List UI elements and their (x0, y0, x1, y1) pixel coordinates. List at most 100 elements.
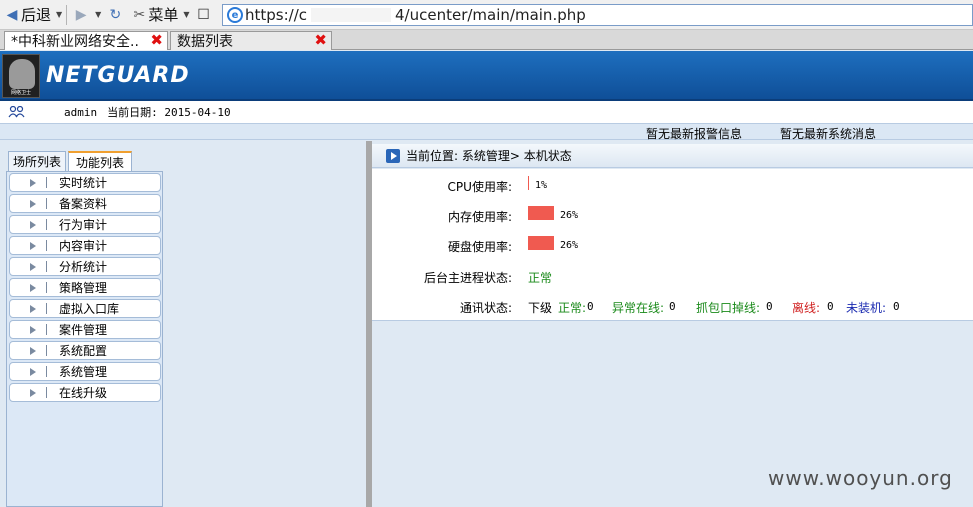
main-content: 当前位置: 系统管理> 本机状态 CPU使用率: 1% 内存使用率: 26% 硬… (372, 141, 973, 507)
menu-item-virtual-entry[interactable]: 虚拟入口库 (9, 299, 161, 318)
username: admin (64, 105, 98, 119)
menu-item-label: 系统配置 (59, 344, 108, 358)
abnormal-online-label: 异常在线: (612, 301, 665, 315)
menu-item-system-management[interactable]: 系统管理 (9, 362, 161, 381)
menu-item-label: 内容审计 (59, 239, 108, 253)
browser-tab-main[interactable]: *中科新业网络安全.. ✖ (4, 31, 168, 50)
menu-item-label: 案件管理 (59, 323, 108, 337)
menu-item-cases[interactable]: 案件管理 (9, 320, 161, 339)
menu-item-records[interactable]: 备案资料 (9, 194, 161, 213)
expand-triangle-icon (30, 220, 36, 229)
disk-usage-value: 26% (560, 240, 579, 251)
tab-location-list[interactable]: 场所列表 (8, 151, 66, 171)
browser-toolbar: ◀ 后退 ▼ ▶ ▼ ↻ ✂ 菜单 ▼ ☐ e https://c 4/ucen… (0, 0, 973, 30)
menu-item-divider (46, 303, 47, 314)
menu-item-label: 在线升级 (59, 386, 108, 400)
window-icon: ☐ (197, 6, 210, 23)
menu-dropdown-icon[interactable]: ▼ (181, 10, 191, 19)
normal-label: 正常: (558, 301, 587, 315)
capture-offline-count: 0 (766, 300, 773, 313)
menu-item-divider (46, 219, 47, 230)
back-arrow-icon: ◀ (6, 6, 18, 23)
expand-triangle-icon (30, 241, 36, 250)
back-dropdown-icon[interactable]: ▼ (54, 10, 64, 19)
process-row: 后台主进程状态: 正常 (372, 266, 973, 286)
menu-item-realtime-stats[interactable]: 实时统计 (9, 173, 161, 192)
process-status-value: 正常 (528, 271, 553, 285)
window-button[interactable]: ☐ (192, 2, 216, 28)
app-header: 网络卫士 NETGUARD (0, 51, 973, 101)
close-icon[interactable]: ✖ (150, 31, 163, 49)
browser-tabbar: *中科新业网络安全.. ✖ 数据列表 ✖ (0, 30, 973, 50)
uninstalled-count: 0 (893, 300, 900, 313)
forward-arrow-icon: ▶ (75, 6, 87, 23)
forward-button[interactable]: ▶ (69, 2, 93, 28)
menu-item-divider (46, 387, 47, 398)
browser-tab-label: 数据列表 (177, 34, 233, 50)
communication-label: 通讯状态: (459, 301, 512, 315)
menu-item-label: 策略管理 (59, 281, 108, 295)
left-panel: 场所列表 功能列表 实时统计 备案资料 行为审计 内容审计 分析统计 策略管理 … (0, 141, 366, 507)
brand-title: NETGUARD (46, 63, 190, 88)
memory-label: 内存使用率: (447, 210, 512, 224)
browser-tab-label: *中科新业网络安全.. (11, 34, 139, 50)
url-suffix: 4/ucenter/main/main.php (395, 6, 586, 24)
uninstalled-label: 未装机: (846, 301, 887, 315)
offline-label: 离线: (792, 301, 821, 315)
menu-item-label: 实时统计 (59, 176, 108, 190)
disk-usage-bar (528, 236, 554, 250)
normal-count: 0 (587, 300, 594, 313)
menu-item-online-upgrade[interactable]: 在线升级 (9, 383, 161, 402)
message-bar: 暂无最新报警信息 暂无最新系统消息 (0, 123, 973, 142)
menu-label: 菜单 (148, 6, 179, 24)
cpu-usage-bar (528, 176, 529, 190)
expand-triangle-icon (30, 304, 36, 313)
current-date: 当前日期: 2015-04-10 (107, 106, 231, 119)
tab-function-list[interactable]: 功能列表 (68, 151, 132, 171)
url-prefix: https://c (245, 6, 308, 24)
back-label: 后退 (21, 6, 52, 24)
menu-item-system-config[interactable]: 系统配置 (9, 341, 161, 360)
expand-triangle-icon (30, 325, 36, 334)
address-bar[interactable]: e https://c 4/ucenter/main/main.php (222, 4, 973, 26)
menu-item-divider (46, 345, 47, 356)
expand-triangle-icon (30, 346, 36, 355)
cpu-row: CPU使用率: 1% (372, 175, 973, 195)
cpu-usage-value: 1% (535, 180, 548, 191)
close-icon[interactable]: ✖ (314, 31, 327, 49)
expand-triangle-icon (30, 367, 36, 376)
memory-row: 内存使用率: 26% (372, 205, 973, 225)
menu-item-analysis[interactable]: 分析统计 (9, 257, 161, 276)
menu-item-divider (46, 177, 47, 188)
menu-item-divider (46, 324, 47, 335)
capture-offline-label: 抓包口掉线: (696, 301, 761, 315)
refresh-icon: ↻ (109, 6, 122, 23)
expand-triangle-icon (30, 178, 36, 187)
menu-item-label: 虚拟入口库 (59, 302, 120, 316)
disk-row: 硬盘使用率: 26% (372, 235, 973, 255)
menu-item-divider (46, 240, 47, 251)
forward-dropdown-icon[interactable]: ▼ (93, 10, 103, 19)
user-bar: admin 当前日期: 2015-04-10 (0, 101, 973, 123)
toolbar-separator (66, 4, 68, 25)
users-icon (8, 105, 26, 119)
menu-item-divider (46, 282, 47, 293)
watermark: www.wooyun.org (768, 466, 953, 490)
machine-status-panel: CPU使用率: 1% 内存使用率: 26% 硬盘使用率: 26% 后台主进程状态… (372, 169, 973, 321)
function-menu: 实时统计 备案资料 行为审计 内容审计 分析统计 策略管理 虚拟入口库 案件管理… (6, 171, 163, 507)
knight-helmet-icon (9, 59, 35, 89)
menu-item-policy[interactable]: 策略管理 (9, 278, 161, 297)
expand-triangle-icon (30, 283, 36, 292)
menu-item-content-audit[interactable]: 内容审计 (9, 236, 161, 255)
refresh-button[interactable]: ↻ (103, 2, 127, 28)
communication-sub-label: 下级 (528, 301, 553, 315)
menu-item-behavior-audit[interactable]: 行为审计 (9, 215, 161, 234)
menu-button[interactable]: ✂ 菜单 (127, 2, 181, 28)
browser-tab-data-list[interactable]: 数据列表 ✖ (170, 31, 332, 50)
alarm-message[interactable]: 暂无最新报警信息 (646, 125, 742, 142)
system-message[interactable]: 暂无最新系统消息 (780, 125, 876, 142)
memory-usage-value: 26% (560, 210, 579, 221)
communication-row: 通讯状态: 下级 正常: 0 异常在线: 0 抓包口掉线: 0 离线: 0 未装… (372, 296, 973, 316)
back-button[interactable]: ◀ 后退 (0, 2, 54, 28)
breadcrumb-text: 当前位置: 系统管理> 本机状态 (406, 149, 572, 163)
